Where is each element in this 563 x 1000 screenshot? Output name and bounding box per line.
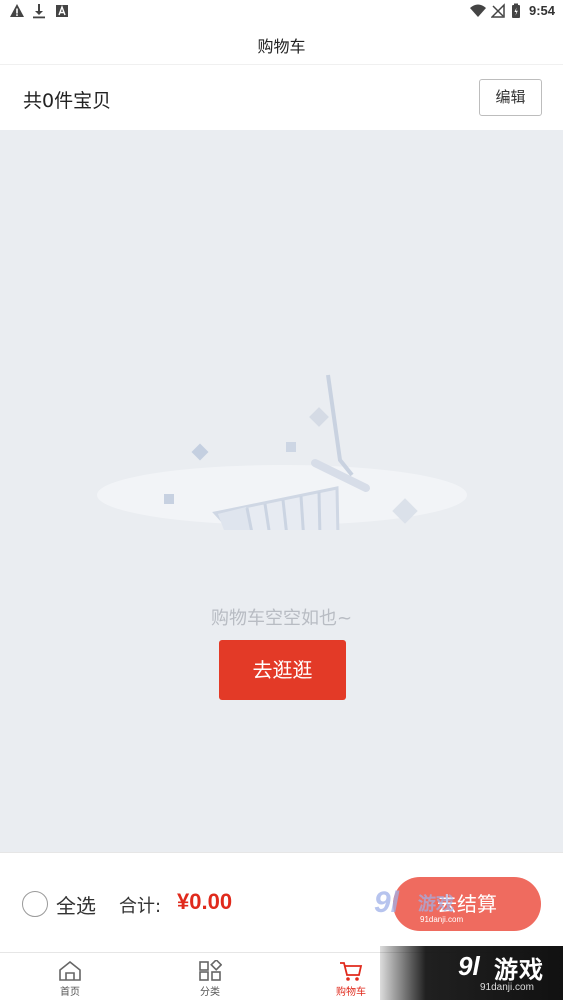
- empty-cart-message: 购物车空空如也~: [210, 608, 353, 629]
- no-signal-icon: [490, 3, 505, 23]
- clock-time: 9:54: [528, 3, 555, 18]
- watermark-small-url: 91danji.com: [420, 915, 463, 924]
- empty-cart-illustration: [97, 374, 467, 530]
- tab-home-label: 首页: [60, 987, 80, 998]
- cart-item-count: 共0件宝贝: [23, 90, 112, 112]
- empty-cart-area: 购物车空空如也~ 去逛逛: [0, 130, 563, 852]
- go-shopping-button[interactable]: 去逛逛: [219, 640, 346, 700]
- tab-category[interactable]: 分类: [160, 953, 260, 1000]
- home-icon: [59, 960, 81, 981]
- total-price: ¥0.00: [177, 889, 233, 914]
- select-all-label[interactable]: 全选: [56, 890, 96, 919]
- status-bar: 9:54: [0, 0, 563, 24]
- wifi-icon: [469, 3, 487, 23]
- battery-icon: [511, 3, 521, 23]
- checkout-bar: 全选 合计: ¥0.00 去结算: [0, 852, 563, 952]
- tab-category-label: 分类: [200, 987, 220, 998]
- watermark-big-logo: 9l: [458, 951, 480, 981]
- download-icon: [32, 3, 46, 23]
- page-title: 购物车: [257, 37, 306, 56]
- font-icon: [55, 3, 69, 23]
- total-label: 合计:: [119, 896, 162, 917]
- select-all-checkbox[interactable]: [22, 891, 48, 917]
- cart-icon: [340, 962, 363, 981]
- edit-button[interactable]: 编辑: [479, 79, 542, 116]
- watermark-small-text: 游戏: [418, 893, 454, 915]
- app-title-bar: 购物车: [0, 24, 563, 65]
- warning-icon: [9, 3, 25, 23]
- watermark-logo: 9l 游戏 91danji.com: [374, 886, 463, 924]
- watermark-small-logo-text: 9l: [374, 886, 400, 919]
- watermark-big-text: 游戏: [494, 956, 544, 984]
- watermark-big-url: 91danji.com: [480, 982, 534, 993]
- tab-home[interactable]: 首页: [20, 953, 120, 1000]
- category-icon: [199, 960, 222, 981]
